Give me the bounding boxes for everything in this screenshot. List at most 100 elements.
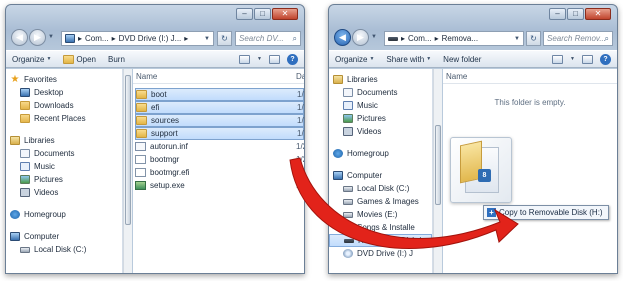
minimize-button[interactable]: – xyxy=(549,8,566,20)
exe-icon xyxy=(135,181,146,190)
navigation-pane: ★ Favorites Desktop Downloads Recent Places L… xyxy=(6,69,123,273)
file-date: 1/20 xyxy=(296,155,304,164)
computer-icon xyxy=(10,232,20,241)
nav-item-desktop[interactable]: Desktop xyxy=(6,86,122,99)
chevron-down-icon[interactable]: ▼ xyxy=(514,36,520,42)
organize-label: Organize xyxy=(12,54,45,64)
recent-pages-dropdown[interactable]: ▼ xyxy=(47,29,55,46)
share-with-button[interactable]: Share with ▼ xyxy=(386,55,431,64)
nav-item-videos[interactable]: Videos xyxy=(329,125,432,138)
nav-item-local-disk[interactable]: Local Disk (C:) xyxy=(6,243,122,256)
file-row[interactable]: sources 1/20 xyxy=(135,114,304,127)
file-row[interactable]: autorun.inf 1/20 xyxy=(135,140,304,153)
nav-item-pictures[interactable]: Pictures xyxy=(6,173,122,186)
breadcrumb-dvd-drive[interactable]: DVD Drive (I:) J... xyxy=(119,34,182,43)
file-name: autorun.inf xyxy=(150,142,188,151)
back-button[interactable]: ◀ xyxy=(334,29,351,46)
refresh-button[interactable]: ↻ xyxy=(217,31,232,46)
help-icon[interactable]: ? xyxy=(600,53,611,65)
file-row[interactable]: bootmgr.efi 1/20 xyxy=(135,166,304,179)
nav-item-documents[interactable]: Documents xyxy=(329,86,432,99)
maximize-button[interactable]: □ xyxy=(567,8,584,20)
close-button[interactable]: ✕ xyxy=(272,8,298,20)
pictures-icon xyxy=(343,114,353,123)
drag-tooltip-text: Copy to Removable Disk (H:) xyxy=(499,208,603,217)
search-input[interactable]: Search DV... ⌕ xyxy=(235,31,301,46)
burn-button[interactable]: Burn xyxy=(108,55,125,64)
refresh-button[interactable]: ↻ xyxy=(526,31,541,46)
nav-item-documents[interactable]: Documents xyxy=(6,147,122,160)
close-button[interactable]: ✕ xyxy=(585,8,611,20)
column-header-date[interactable]: Date xyxy=(296,72,304,81)
change-view-icon[interactable] xyxy=(552,54,564,64)
forward-button[interactable]: ▶ xyxy=(352,29,369,46)
address-bar[interactable]: ▸ Com... ▸ DVD Drive (I:) J... ▸ ▼ xyxy=(61,31,214,46)
nav-item-music[interactable]: Music xyxy=(6,160,122,173)
file-row[interactable]: bootmgr 1/20 xyxy=(135,153,304,166)
file-date: 1/20 xyxy=(297,90,304,99)
removable-disk-icon xyxy=(344,238,354,243)
folder-icon xyxy=(136,129,147,138)
nav-item-libraries[interactable]: Libraries xyxy=(329,73,432,86)
view-dropdown-icon[interactable]: ▼ xyxy=(257,56,262,62)
back-button[interactable]: ◀ xyxy=(11,29,28,46)
navigation-scrollbar[interactable] xyxy=(433,69,442,273)
nav-item-homegroup[interactable]: Homegroup xyxy=(329,147,432,160)
nav-item-libraries[interactable]: Libraries xyxy=(6,134,122,147)
forward-button[interactable]: ▶ xyxy=(29,29,46,46)
nav-item-local-disk[interactable]: Local Disk (C:) xyxy=(329,182,432,195)
maximize-button[interactable]: □ xyxy=(254,8,271,20)
nav-item-label: Recent Places xyxy=(34,114,86,123)
nav-item-label: Local Disk (C:) xyxy=(357,184,410,193)
nav-item-dvd-drive[interactable]: DVD Drive (I:) J xyxy=(329,247,432,260)
new-folder-button[interactable]: New folder xyxy=(443,55,481,64)
breadcrumb-separator: ▸ xyxy=(111,34,116,43)
breadcrumb-computer[interactable]: Com... xyxy=(408,34,432,43)
file-row[interactable]: support 1/20 xyxy=(135,127,304,140)
scrollbar-thumb[interactable] xyxy=(125,75,131,225)
nav-item-disk[interactable]: Games & Images xyxy=(329,195,432,208)
nav-item-pictures[interactable]: Pictures xyxy=(329,112,432,125)
nav-item-videos[interactable]: Videos xyxy=(6,186,122,199)
column-header-name[interactable]: Name xyxy=(136,72,157,81)
documents-icon xyxy=(343,88,353,97)
nav-item-label: Libraries xyxy=(24,136,55,145)
organize-button[interactable]: Organize ▼ xyxy=(12,55,51,64)
nav-item-computer[interactable]: Computer xyxy=(6,230,122,243)
chevron-down-icon[interactable]: ▼ xyxy=(204,36,210,42)
recent-pages-dropdown[interactable]: ▼ xyxy=(370,29,378,46)
nav-item-recent-places[interactable]: Recent Places xyxy=(6,112,122,125)
file-row[interactable]: boot 1/20 xyxy=(135,88,304,101)
file-row[interactable]: efi 1/20 xyxy=(135,101,304,114)
column-header-name[interactable]: Name xyxy=(446,72,467,81)
scrollbar-thumb[interactable] xyxy=(435,125,441,205)
open-button[interactable]: Open xyxy=(63,54,96,64)
organize-button[interactable]: Organize ▼ xyxy=(335,55,374,64)
view-dropdown-icon[interactable]: ▼ xyxy=(570,56,575,62)
nav-item-disk[interactable]: Movies (E:) xyxy=(329,208,432,221)
address-bar[interactable]: ▸ Com... ▸ Remova... ▼ xyxy=(384,31,524,46)
nav-item-downloads[interactable]: Downloads xyxy=(6,99,122,112)
window-controls: – □ ✕ xyxy=(549,8,611,20)
inf-icon xyxy=(135,142,146,151)
nav-item-disk[interactable]: Songs & Installe xyxy=(329,221,432,234)
breadcrumb-computer[interactable]: Com... xyxy=(85,34,109,43)
navigation-scrollbar[interactable] xyxy=(123,69,132,273)
breadcrumb-removable-disk[interactable]: Remova... xyxy=(442,34,478,43)
minimize-button[interactable]: – xyxy=(236,8,253,20)
search-input[interactable]: Search Remov... ⌕ xyxy=(543,31,613,46)
nav-item-homegroup[interactable]: Homegroup xyxy=(6,208,122,221)
file-row[interactable]: setup.exe 1/20 xyxy=(135,179,304,192)
nav-item-label: Computer xyxy=(347,171,383,180)
change-view-icon[interactable] xyxy=(239,54,251,64)
nav-item-music[interactable]: Music xyxy=(329,99,432,112)
command-bar: Organize ▼ Open Burn ▼ ? xyxy=(6,50,304,68)
nav-item-removable-disk[interactable]: Removable Disk ( xyxy=(329,234,432,247)
breadcrumb-separator: ▸ xyxy=(434,34,439,43)
help-icon[interactable]: ? xyxy=(287,53,298,65)
nav-item-star[interactable]: ★ Favorites xyxy=(6,73,122,86)
preview-pane-icon[interactable] xyxy=(269,54,280,64)
preview-pane-icon[interactable] xyxy=(582,54,593,64)
nav-item-computer[interactable]: Computer xyxy=(329,169,432,182)
